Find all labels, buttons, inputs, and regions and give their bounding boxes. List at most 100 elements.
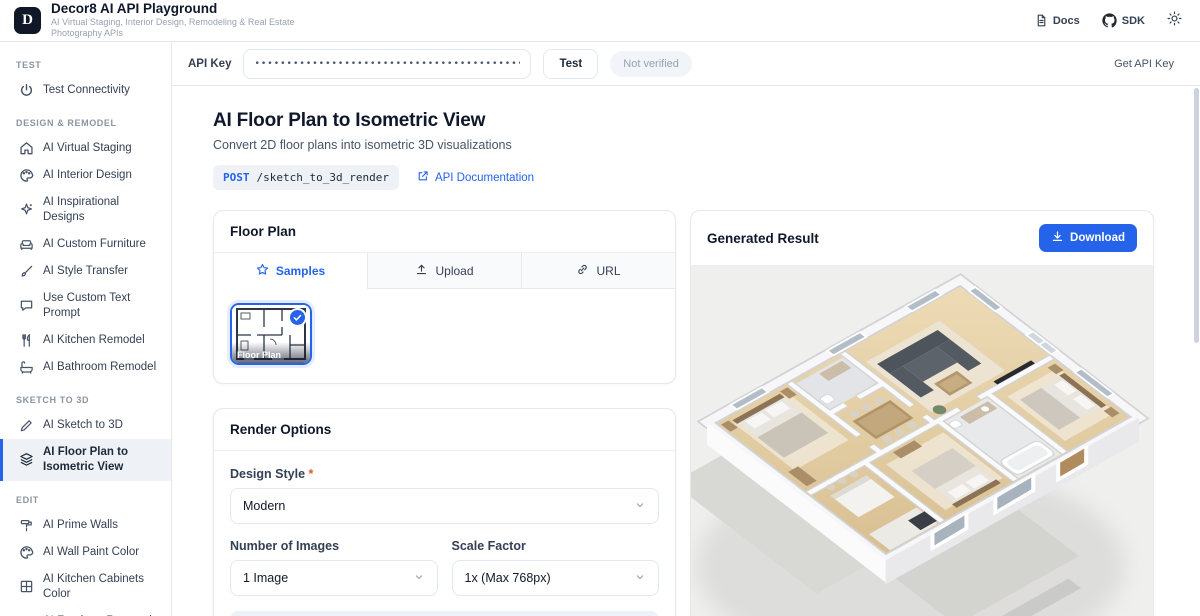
sidebar: TEST Test Connectivity DESIGN & REMODEL … <box>0 42 172 616</box>
design-style-label: Design Style * <box>230 467 659 481</box>
api-key-input[interactable] <box>243 49 531 79</box>
tab-upload[interactable]: Upload <box>367 253 521 289</box>
sidebar-item-label: AI Sketch to 3D <box>43 418 123 433</box>
cabinet-grid-icon <box>19 579 34 594</box>
render-options-card: Render Options Design Style * Modern <box>213 408 676 616</box>
sidebar-item-label: AI Virtual Staging <box>43 141 132 156</box>
sidebar-item-custom-text-prompt[interactable]: Use Custom Text Prompt <box>0 285 171 327</box>
api-documentation-link[interactable]: API Documentation <box>417 170 534 185</box>
docs-label: Docs <box>1053 15 1080 27</box>
chevron-down-icon <box>634 499 646 514</box>
sparkles-icon <box>19 202 34 217</box>
page-subtitle: Convert 2D floor plans into isometric 3D… <box>213 138 1154 152</box>
power-icon <box>19 83 34 98</box>
home-icon <box>19 141 34 156</box>
sidebar-item-sketch-to-3d[interactable]: AI Sketch to 3D <box>0 412 171 439</box>
chevron-down-icon <box>413 571 425 586</box>
floor-plan-card: Floor Plan Samples Upload <box>213 210 676 384</box>
api-key-label: API Key <box>188 58 231 70</box>
sofa-icon <box>19 237 34 252</box>
app-logo: D <box>14 7 41 34</box>
download-icon <box>1051 230 1064 246</box>
sample-caption: Floor Plan <box>232 342 310 363</box>
sidebar-item-prime-walls[interactable]: AI Prime Walls <box>0 512 171 539</box>
brush-icon <box>19 264 34 279</box>
sidebar-item-label: AI Wall Paint Color <box>43 545 139 560</box>
sample-floor-plan-thumbnail[interactable]: Floor Plan <box>230 303 312 365</box>
sidebar-item-kitchen-cabinets-color[interactable]: AI Kitchen Cabinets Color <box>0 566 171 608</box>
sidebar-item-label: AI Prime Walls <box>43 518 118 533</box>
tab-url[interactable]: URL <box>521 253 675 289</box>
app-subtitle: AI Virtual Staging, Interior Design, Rem… <box>51 17 321 40</box>
render-options-title: Render Options <box>214 409 675 451</box>
sidebar-item-furniture-removal[interactable]: AI Furniture Removal <box>0 608 171 616</box>
app-title: Decor8 AI API Playground <box>51 1 321 17</box>
sidebar-item-floor-plan-to-isometric[interactable]: AI Floor Plan to Isometric View <box>0 439 171 481</box>
page-title: AI Floor Plan to Isometric View <box>213 110 1154 132</box>
document-icon <box>1035 14 1048 27</box>
sidebar-item-kitchen-remodel[interactable]: AI Kitchen Remodel <box>0 327 171 354</box>
scale-factor-value: 1x (Max 768px) <box>465 571 551 585</box>
bathtub-icon <box>19 360 34 375</box>
app-header: D Decor8 AI API Playground AI Virtual St… <box>0 0 1200 42</box>
download-button[interactable]: Download <box>1039 224 1137 252</box>
test-api-key-button[interactable]: Test <box>543 49 598 79</box>
get-api-key-link[interactable]: Get API Key <box>1114 58 1174 70</box>
sidebar-item-bathroom-remodel[interactable]: AI Bathroom Remodel <box>0 354 171 381</box>
sidebar-section-sketch-to-3d: SKETCH TO 3D <box>0 381 171 412</box>
sidebar-item-label: AI Kitchen Cabinets Color <box>43 572 161 602</box>
tab-samples-label: Samples <box>276 264 325 278</box>
sidebar-item-label: Use Custom Text Prompt <box>43 291 161 321</box>
floor-plan-card-title: Floor Plan <box>214 211 675 253</box>
selected-check-icon <box>288 308 307 327</box>
external-link-icon <box>417 170 429 185</box>
sidebar-item-label: AI Bathroom Remodel <box>43 360 156 375</box>
sidebar-section-edit: EDIT <box>0 481 171 512</box>
download-button-label: Download <box>1070 232 1125 244</box>
sidebar-item-test-connectivity[interactable]: Test Connectivity <box>0 77 171 104</box>
isometric-render-svg <box>691 266 1153 616</box>
sidebar-item-inspirational-designs[interactable]: AI Inspirational Designs <box>0 189 171 231</box>
sidebar-item-label: AI Floor Plan to Isometric View <box>43 445 161 475</box>
endpoint-path: /sketch_to_3d_render <box>257 171 389 184</box>
verification-status-badge: Not verified <box>610 51 692 77</box>
render-type-note: Render type is set to Isometric View for… <box>230 611 659 616</box>
docs-link[interactable]: Docs <box>1035 14 1080 27</box>
sun-icon <box>1167 11 1182 31</box>
pencil-icon <box>19 418 34 433</box>
sdk-link[interactable]: SDK <box>1102 13 1145 28</box>
sidebar-section-design-remodel: DESIGN & REMODEL <box>0 104 171 135</box>
sidebar-item-label: AI Kitchen Remodel <box>43 333 145 348</box>
api-documentation-label: API Documentation <box>435 172 534 184</box>
star-icon <box>256 263 269 279</box>
number-of-images-label: Number of Images <box>230 539 438 553</box>
palette-icon <box>19 545 34 560</box>
generated-result-image <box>691 266 1153 616</box>
chat-icon <box>19 298 34 313</box>
sidebar-item-wall-paint-color[interactable]: AI Wall Paint Color <box>0 539 171 566</box>
http-method: POST <box>223 171 250 184</box>
sidebar-item-virtual-staging[interactable]: AI Virtual Staging <box>0 135 171 162</box>
sidebar-item-custom-furniture[interactable]: AI Custom Furniture <box>0 231 171 258</box>
endpoint-badge: POST /sketch_to_3d_render <box>213 165 399 190</box>
required-asterisk: * <box>309 467 314 481</box>
paint-roller-icon <box>19 518 34 533</box>
vertical-scrollbar[interactable] <box>1194 88 1199 343</box>
sidebar-section-test: TEST <box>0 46 171 77</box>
sidebar-item-style-transfer[interactable]: AI Style Transfer <box>0 258 171 285</box>
tab-upload-label: Upload <box>435 264 473 278</box>
tab-url-label: URL <box>596 264 620 278</box>
generated-result-title: Generated Result <box>707 231 819 246</box>
sidebar-item-interior-design[interactable]: AI Interior Design <box>0 162 171 189</box>
sidebar-item-label: AI Interior Design <box>43 168 132 183</box>
main-content: AI Floor Plan to Isometric View Convert … <box>172 86 1200 616</box>
generated-result-card: Generated Result Download <box>690 210 1154 616</box>
tab-samples[interactable]: Samples <box>214 253 367 289</box>
number-of-images-select[interactable]: 1 Image <box>230 560 438 596</box>
design-style-select[interactable]: Modern <box>230 488 659 524</box>
scale-factor-select[interactable]: 1x (Max 768px) <box>452 560 660 596</box>
theme-toggle-button[interactable] <box>1167 11 1182 31</box>
number-of-images-value: 1 Image <box>243 571 288 585</box>
sdk-label: SDK <box>1122 15 1145 27</box>
scale-factor-label: Scale Factor <box>452 539 660 553</box>
